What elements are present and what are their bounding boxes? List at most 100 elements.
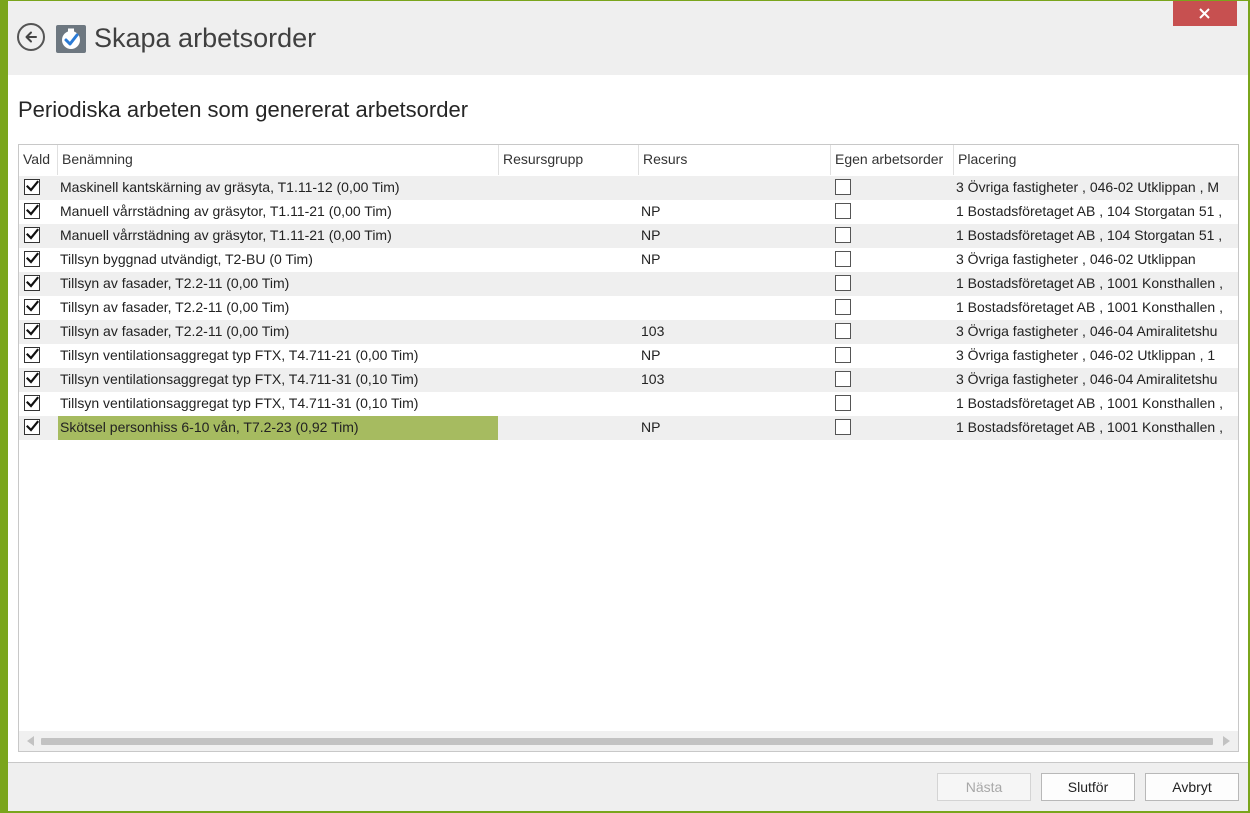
- resursgrupp-cell[interactable]: [503, 224, 639, 248]
- vald-checkbox[interactable]: [24, 419, 40, 435]
- placering-cell[interactable]: 1 Bostadsföretaget AB , 104 Storgatan 51…: [956, 224, 1238, 248]
- table-row[interactable]: Skötsel personhiss 6-10 vån, T7.2-23 (0,…: [19, 416, 1238, 440]
- column-header-vald[interactable]: Vald: [19, 145, 58, 175]
- placering-cell[interactable]: 1 Bostadsföretaget AB , 1001 Konsthallen…: [956, 296, 1238, 320]
- placering-cell[interactable]: 3 Övriga fastigheter , 046-02 Utklippan …: [956, 344, 1238, 368]
- resursgrupp-cell[interactable]: [503, 176, 639, 200]
- resurs-cell[interactable]: [641, 296, 821, 320]
- resurs-cell[interactable]: NP: [641, 416, 821, 440]
- resurs-cell[interactable]: NP: [641, 200, 821, 224]
- placering-cell[interactable]: 1 Bostadsföretaget AB , 104 Storgatan 51…: [956, 200, 1238, 224]
- placering-cell[interactable]: 1 Bostadsföretaget AB , 1001 Konsthallen…: [956, 416, 1238, 440]
- benamning-cell[interactable]: Tillsyn av fasader, T2.2-11 (0,00 Tim): [58, 272, 498, 296]
- resurs-cell[interactable]: NP: [641, 224, 821, 248]
- egen-arbetsorder-checkbox[interactable]: [835, 179, 851, 195]
- benamning-cell[interactable]: Tillsyn ventilationsaggregat typ FTX, T4…: [58, 368, 498, 392]
- resursgrupp-cell[interactable]: [503, 200, 639, 224]
- placering-cell[interactable]: 3 Övriga fastigheter , 046-02 Utklippan: [956, 248, 1238, 272]
- scrollbar-thumb[interactable]: [41, 738, 1213, 745]
- vald-checkbox[interactable]: [24, 251, 40, 267]
- resurs-cell[interactable]: [641, 272, 821, 296]
- resurs-cell[interactable]: 103: [641, 320, 821, 344]
- resursgrupp-cell[interactable]: [503, 320, 639, 344]
- resursgrupp-cell[interactable]: [503, 368, 639, 392]
- table-row[interactable]: Tillsyn ventilationsaggregat typ FTX, T4…: [19, 344, 1238, 368]
- title-bar: Skapa arbetsorder: [8, 1, 1248, 75]
- table-row[interactable]: Tillsyn ventilationsaggregat typ FTX, T4…: [19, 368, 1238, 392]
- footer-bar: Nästa Slutför Avbryt: [8, 763, 1248, 811]
- egen-arbetsorder-checkbox[interactable]: [835, 347, 851, 363]
- egen-arbetsorder-checkbox[interactable]: [835, 299, 851, 315]
- table-row[interactable]: Tillsyn ventilationsaggregat typ FTX, T4…: [19, 392, 1238, 416]
- column-header-placering[interactable]: Placering: [954, 145, 1238, 175]
- resursgrupp-cell[interactable]: [503, 272, 639, 296]
- resursgrupp-cell[interactable]: [503, 296, 639, 320]
- resursgrupp-cell[interactable]: [503, 344, 639, 368]
- window-title: Skapa arbetsorder: [94, 23, 317, 53]
- column-header-resursgrupp[interactable]: Resursgrupp: [499, 145, 639, 175]
- page-heading: Periodiska arbeten som genererat arbetso…: [18, 97, 469, 122]
- egen-arbetsorder-checkbox[interactable]: [835, 419, 851, 435]
- vald-checkbox[interactable]: [24, 275, 40, 291]
- benamning-cell[interactable]: Maskinell kantskärning av gräsyta, T1.11…: [58, 176, 498, 200]
- clipboard-check-icon: [56, 25, 86, 53]
- placering-cell[interactable]: 3 Övriga fastigheter , 046-02 Utklippan …: [956, 176, 1238, 200]
- table-row[interactable]: Tillsyn av fasader, T2.2-11 (0,00 Tim) 1 …: [19, 272, 1238, 296]
- resursgrupp-cell[interactable]: [503, 416, 639, 440]
- scroll-right-icon[interactable]: [1223, 736, 1230, 746]
- benamning-cell[interactable]: Tillsyn byggnad utvändigt, T2-BU (0 Tim): [58, 248, 498, 272]
- placering-cell[interactable]: 3 Övriga fastigheter , 046-04 Amiralitet…: [956, 368, 1238, 392]
- egen-arbetsorder-checkbox[interactable]: [835, 227, 851, 243]
- column-header-resurs[interactable]: Resurs: [639, 145, 831, 175]
- resurs-cell[interactable]: NP: [641, 344, 821, 368]
- horizontal-scrollbar[interactable]: [19, 731, 1238, 751]
- close-icon[interactable]: [1173, 1, 1237, 26]
- vald-checkbox[interactable]: [24, 371, 40, 387]
- benamning-cell[interactable]: Tillsyn ventilationsaggregat typ FTX, T4…: [58, 392, 498, 416]
- column-header-egen-arbetsorder[interactable]: Egen arbetsorder: [831, 145, 954, 175]
- table-row[interactable]: Manuell vårrstädning av gräsytor, T1.11-…: [19, 200, 1238, 224]
- resurs-cell[interactable]: 103: [641, 368, 821, 392]
- benamning-cell[interactable]: Tillsyn av fasader, T2.2-11 (0,00 Tim): [58, 296, 498, 320]
- vald-checkbox[interactable]: [24, 347, 40, 363]
- vald-checkbox[interactable]: [24, 395, 40, 411]
- vald-checkbox[interactable]: [24, 227, 40, 243]
- table-row[interactable]: Tillsyn av fasader, T2.2-11 (0,00 Tim) 10…: [19, 320, 1238, 344]
- egen-arbetsorder-checkbox[interactable]: [835, 251, 851, 267]
- vald-checkbox[interactable]: [24, 299, 40, 315]
- egen-arbetsorder-checkbox[interactable]: [835, 395, 851, 411]
- benamning-cell[interactable]: Tillsyn ventilationsaggregat typ FTX, T4…: [58, 344, 498, 368]
- resursgrupp-cell[interactable]: [503, 248, 639, 272]
- placering-cell[interactable]: 3 Övriga fastigheter , 046-04 Amiralitet…: [956, 320, 1238, 344]
- vald-checkbox[interactable]: [24, 203, 40, 219]
- table-row[interactable]: Maskinell kantskärning av gräsyta, T1.11…: [19, 176, 1238, 200]
- resurs-cell[interactable]: [641, 392, 821, 416]
- cancel-button[interactable]: Avbryt: [1145, 773, 1239, 801]
- table-row[interactable]: Tillsyn byggnad utvändigt, T2-BU (0 Tim)…: [19, 248, 1238, 272]
- egen-arbetsorder-checkbox[interactable]: [835, 371, 851, 387]
- resurs-cell[interactable]: NP: [641, 248, 821, 272]
- work-orders-table: Vald Benämning Resursgrupp Resurs Egen a…: [18, 144, 1239, 752]
- benamning-cell[interactable]: Manuell vårrstädning av gräsytor, T1.11-…: [58, 200, 498, 224]
- vald-checkbox[interactable]: [24, 323, 40, 339]
- vald-checkbox[interactable]: [24, 179, 40, 195]
- resurs-cell[interactable]: [641, 176, 821, 200]
- egen-arbetsorder-checkbox[interactable]: [835, 323, 851, 339]
- resursgrupp-cell[interactable]: [503, 392, 639, 416]
- column-header-benamning[interactable]: Benämning: [58, 145, 499, 175]
- egen-arbetsorder-checkbox[interactable]: [835, 275, 851, 291]
- back-arrow-icon[interactable]: [17, 23, 45, 51]
- table-header: Vald Benämning Resursgrupp Resurs Egen a…: [19, 145, 1238, 175]
- placering-cell[interactable]: 1 Bostadsföretaget AB , 1001 Konsthallen…: [956, 392, 1238, 416]
- benamning-cell[interactable]: Manuell vårrstädning av gräsytor, T1.11-…: [58, 224, 498, 248]
- finish-button[interactable]: Slutför: [1041, 773, 1135, 801]
- table-row[interactable]: Manuell vårrstädning av gräsytor, T1.11-…: [19, 224, 1238, 248]
- benamning-cell[interactable]: Tillsyn av fasader, T2.2-11 (0,00 Tim): [58, 320, 498, 344]
- scroll-left-icon[interactable]: [27, 736, 34, 746]
- table-row[interactable]: Tillsyn av fasader, T2.2-11 (0,00 Tim) 1 …: [19, 296, 1238, 320]
- egen-arbetsorder-checkbox[interactable]: [835, 203, 851, 219]
- placering-cell[interactable]: 1 Bostadsföretaget AB , 1001 Konsthallen…: [956, 272, 1238, 296]
- benamning-cell[interactable]: Skötsel personhiss 6-10 vån, T7.2-23 (0,…: [58, 416, 498, 440]
- next-button[interactable]: Nästa: [937, 773, 1031, 801]
- window-frame-accent: [0, 0, 8, 813]
